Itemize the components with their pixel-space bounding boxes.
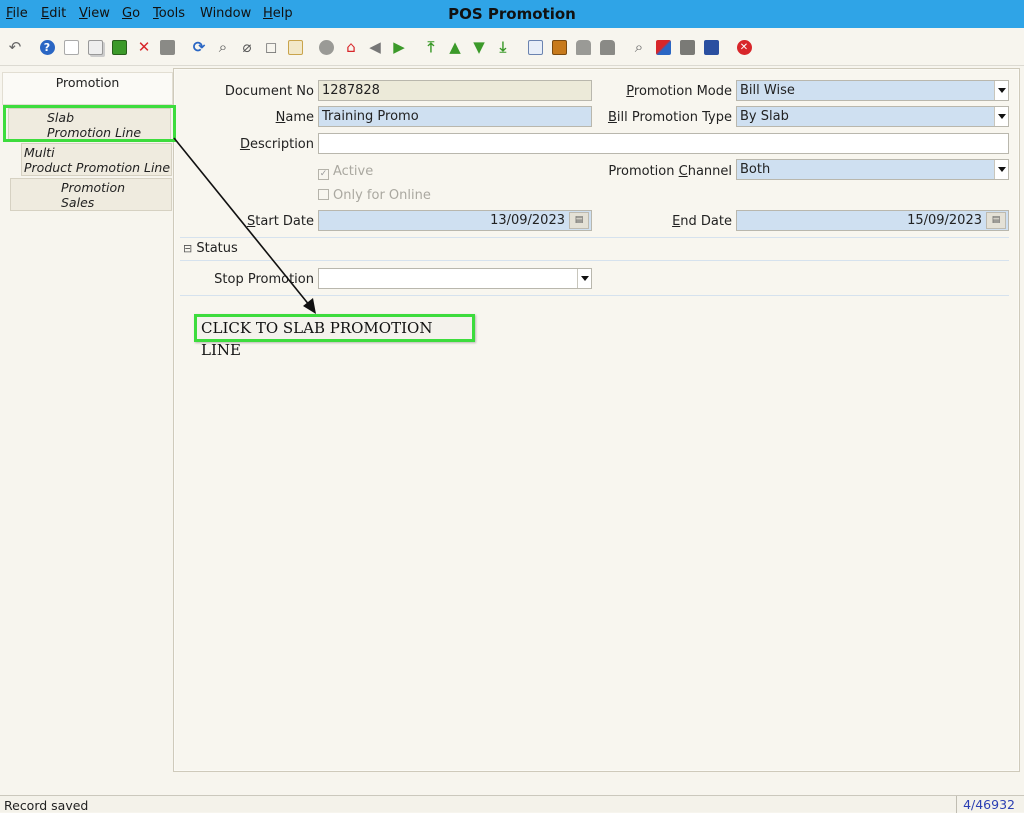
home-icon[interactable]: ⌂ [342,38,360,56]
chat-icon[interactable]: ◻ [262,38,280,56]
instruction-callout: CLICK TO SLAB PROMOTION LINE [194,314,475,359]
menu-view[interactable]: View [79,6,110,21]
menu-file[interactable]: File [6,6,28,21]
undo-icon[interactable]: ↶ [6,38,24,56]
checkmark-icon: ✓ [318,169,329,180]
lock-icon[interactable] [702,38,720,56]
active-checkbox[interactable]: ✓ Active [318,164,373,180]
promotion-mode-label: Promotion Mode [626,84,732,99]
record-counter[interactable]: 4/46932 [956,796,1021,813]
report-icon[interactable] [526,38,544,56]
status-section-title: Status [196,241,238,256]
toolbar: ↶ ? ✕ ⟳ ⌕ ⌀ ◻ ⌂ ◀ ▶ ⤒ ▲ ▼ ⤓ ⌕ ✕ [0,28,1024,66]
start-date-value: 13/09/2023 [490,213,565,228]
name-label: Name [275,110,314,125]
section-divider [180,260,1009,261]
print-preview-icon[interactable] [574,38,592,56]
menu-edit[interactable]: Edit [41,6,66,21]
grid-toggle-icon[interactable] [286,38,304,56]
save-disk-icon[interactable] [158,38,176,56]
archive-icon[interactable] [550,38,568,56]
end-date-field[interactable]: 15/09/2023 ▤ [736,210,1009,231]
zoom-across-icon[interactable]: ⌕ [630,38,648,56]
tab-slab-label-line1: Slab [47,110,75,125]
end-date-label: End Date [672,214,732,229]
menu-help[interactable]: Help [263,6,293,21]
save-icon[interactable] [110,38,128,56]
chevron-down-icon[interactable] [994,160,1008,179]
menu-bar: File Edit View Go Tools Window Help POS … [0,0,1024,28]
tab-multi-label-line2: Product Promotion Line [24,160,171,175]
next-record-icon[interactable]: ▼ [470,38,488,56]
print-icon[interactable] [598,38,616,56]
refresh-icon[interactable]: ⟳ [190,38,208,56]
previous-record-icon[interactable]: ▲ [446,38,464,56]
first-record-icon[interactable]: ⤒ [422,38,440,56]
tab-sales-label-line2: Sales [61,195,95,210]
menu-go[interactable]: Go [122,6,140,21]
tab-slab-label-line2: Promotion Line [47,125,142,140]
chevron-down-icon[interactable] [577,269,591,288]
promotion-mode-value: Bill Wise [740,83,795,98]
chevron-down-icon[interactable] [994,107,1008,126]
find-icon[interactable]: ⌕ [214,38,232,56]
promotion-mode-select[interactable]: Bill Wise [736,80,1009,101]
tab-multi-product-promotion-line[interactable]: Multi Product Promotion Line [21,143,172,176]
tab-promotion-label: Promotion [55,75,120,90]
document-no-label: Document No [224,84,314,99]
tab-multi-label-line1: Multi [24,145,55,160]
chevron-down-icon[interactable] [994,81,1008,100]
menu-tools[interactable]: Tools [153,6,185,21]
tab-promotion[interactable]: Promotion [2,72,173,105]
only-for-online-checkbox[interactable]: Only for Online [318,188,431,203]
section-divider [180,295,1009,296]
document-no-field[interactable]: 1287828 [318,80,592,101]
exit-icon[interactable]: ✕ [735,38,753,56]
name-field[interactable]: Training Promo [318,106,592,127]
history-icon[interactable] [317,38,335,56]
calendar-icon[interactable]: ▤ [569,212,589,229]
collapse-icon[interactable]: ⊟ [183,242,192,255]
tab-promotion-sales[interactable]: Promotion Sales [10,178,172,211]
bill-promotion-type-label: Bill Promotion Type [607,110,732,125]
help-icon[interactable]: ? [38,38,56,56]
description-label: Description [239,137,314,152]
new-record-icon[interactable] [62,38,80,56]
menu-window[interactable]: Window [200,6,251,21]
attachment-icon[interactable]: ⌀ [238,38,256,56]
tab-slab-promotion-line[interactable]: Slab Promotion Line [8,108,171,141]
product-info-icon[interactable] [678,38,696,56]
start-date-label: Start Date [247,214,314,229]
description-field[interactable] [318,133,1009,154]
forward-icon[interactable]: ▶ [390,38,408,56]
promotion-channel-label: Promotion Channel [608,164,732,179]
last-record-icon[interactable]: ⤓ [494,38,512,56]
promotion-channel-value: Both [740,162,771,177]
end-date-value: 15/09/2023 [907,213,982,228]
copy-record-icon[interactable] [86,38,104,56]
tab-sales-label-line1: Promotion [61,180,126,195]
bill-promotion-type-select[interactable]: By Slab [736,106,1009,127]
promotion-channel-select[interactable]: Both [736,159,1009,180]
status-bar: Record saved 4/46932 [0,795,1024,813]
calendar-icon[interactable]: ▤ [986,212,1006,229]
start-date-field[interactable]: 13/09/2023 ▤ [318,210,592,231]
workflow-icon[interactable] [654,38,672,56]
status-message: Record saved [4,798,89,813]
section-divider [180,237,1009,238]
bill-promotion-type-value: By Slab [740,109,789,124]
delete-icon[interactable]: ✕ [135,38,153,56]
stop-promotion-label: Stop Promotion [214,272,314,287]
stop-promotion-select[interactable] [318,268,592,289]
back-icon[interactable]: ◀ [366,38,384,56]
status-section-header[interactable]: ⊟ Status [183,241,238,256]
